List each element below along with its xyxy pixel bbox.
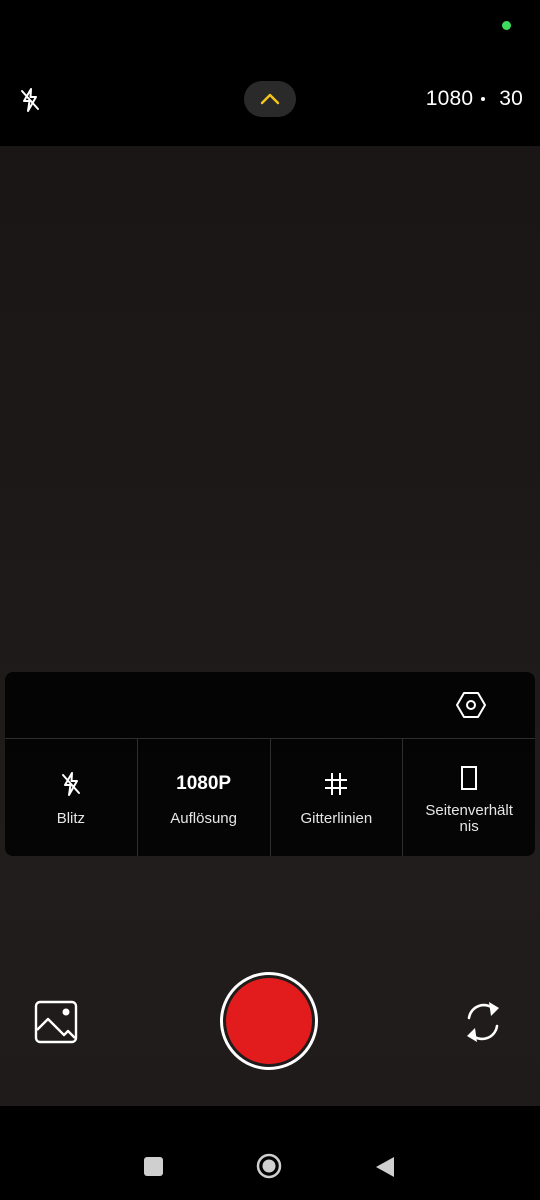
option-aspect-ratio[interactable]: Seitenverhält nis xyxy=(403,739,535,856)
hexagon-settings-icon xyxy=(456,692,486,718)
chevron-up-icon xyxy=(260,93,280,105)
camera-viewfinder[interactable] xyxy=(0,146,540,1106)
grid-icon xyxy=(325,773,348,795)
camera-screen: 1080 30 Blitz 1080P Auflösung Gitterlini… xyxy=(0,0,540,1200)
option-flash[interactable]: Blitz xyxy=(5,739,138,856)
option-resolution[interactable]: 1080P Auflösung xyxy=(138,739,271,856)
back-triangle-icon xyxy=(376,1157,394,1177)
option-resolution-label: Auflösung xyxy=(170,810,237,827)
option-resolution-value: 1080P xyxy=(176,773,232,794)
switch-camera-icon xyxy=(467,1002,499,1042)
switch-camera-button[interactable] xyxy=(460,998,506,1046)
recents-square-icon[interactable] xyxy=(144,1157,163,1176)
option-aspect-label: Seitenverhält nis xyxy=(425,802,513,835)
privacy-indicator-dot xyxy=(502,21,511,30)
resolution-readout: 1080 xyxy=(425,87,474,110)
bottom-controls xyxy=(0,970,540,1074)
top-bar: 1080 30 xyxy=(0,70,540,126)
gallery-icon xyxy=(34,1000,78,1044)
panel-header xyxy=(5,672,535,739)
option-aspect-icon-wrap xyxy=(460,763,478,793)
home-button[interactable] xyxy=(256,1153,282,1179)
panel-options: Blitz 1080P Auflösung Gitterlinien Seite… xyxy=(5,739,535,856)
flash-off-icon xyxy=(61,772,80,796)
back-button[interactable] xyxy=(374,1155,396,1179)
gallery-button[interactable] xyxy=(34,1000,78,1044)
record-button-inner xyxy=(226,978,312,1064)
option-flash-label: Blitz xyxy=(56,810,86,827)
system-nav-bar xyxy=(0,1106,540,1200)
home-circle-icon xyxy=(256,1153,282,1179)
fps-readout: 30 xyxy=(499,87,523,110)
expand-settings-button[interactable] xyxy=(244,81,296,117)
option-grid-icon-wrap xyxy=(324,769,348,799)
option-grid[interactable]: Gitterlinien xyxy=(271,739,404,856)
flash-off-icon xyxy=(21,88,39,112)
option-grid-label: Gitterlinien xyxy=(300,810,373,827)
more-settings-button[interactable] xyxy=(455,689,487,721)
flash-toggle-button[interactable] xyxy=(14,84,46,116)
quick-settings-panel: Blitz 1080P Auflösung Gitterlinien Seite… xyxy=(5,672,535,856)
separator-dot xyxy=(481,97,486,101)
option-flash-icon-wrap xyxy=(60,769,82,799)
aspect-ratio-icon xyxy=(461,766,478,790)
record-button[interactable] xyxy=(220,972,318,1070)
video-spec-button[interactable]: 1080 30 xyxy=(426,84,523,114)
